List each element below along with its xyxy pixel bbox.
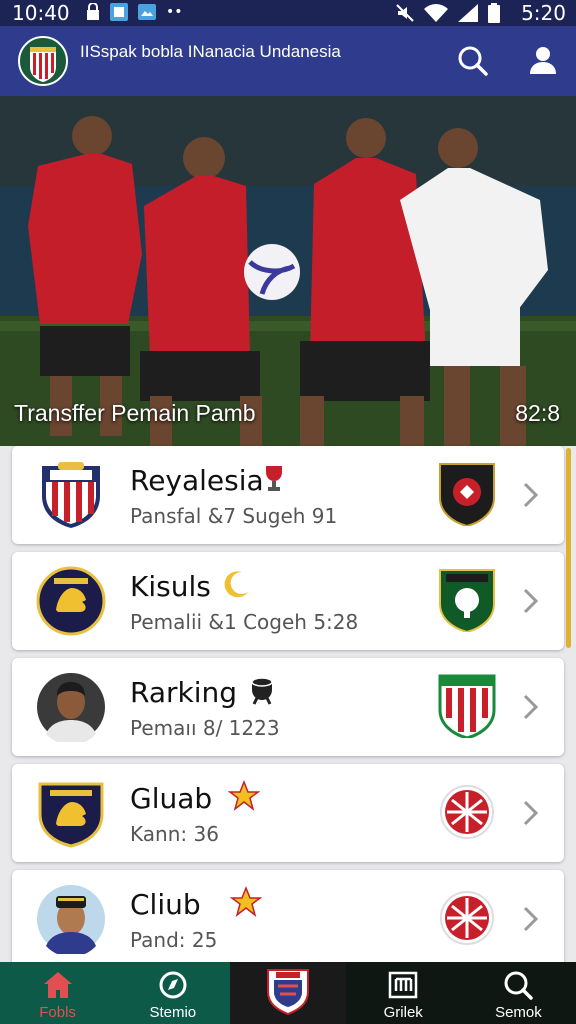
card-subtitle: Pemalii &1 Cogeh 5:28 [130, 610, 359, 634]
search-icon [504, 971, 534, 1000]
battery-icon [488, 3, 500, 23]
club-badge-icon [439, 463, 495, 526]
lion-crest-icon [36, 566, 106, 636]
card-subtitle: Pansfal &7 Sugeh 91 [130, 504, 338, 528]
player-avatar [37, 673, 105, 742]
nav-item-grilek[interactable]: Grilek [346, 962, 461, 1024]
chevron-right-icon[interactable] [520, 480, 540, 510]
star-icon [230, 886, 262, 917]
league-crest-icon [267, 969, 309, 1016]
list-item[interactable]: Cliub Pand: 25 [12, 870, 564, 968]
status-bar: 10:40 •• 5:20 [0, 0, 576, 26]
nav-item-home-crest[interactable] [230, 962, 346, 1024]
red-emblem-icon [440, 785, 494, 839]
status-time-right: 5:20 [521, 1, 566, 25]
hero-title: Transffer Pemain Pamb [14, 400, 256, 426]
hero-banner[interactable]: Transffer Pemain Pamb 82:8 [0, 96, 576, 446]
lion-crest-icon [38, 782, 104, 848]
wifi-icon [424, 4, 448, 22]
nav-item-semok[interactable]: Semok [461, 962, 576, 1024]
mute-icon [396, 4, 414, 22]
list-item[interactable]: Gluab Kann: 36 [12, 764, 564, 862]
trophy-icon [266, 466, 282, 491]
card-title: Reyalesia [130, 464, 264, 497]
lock-icon [87, 3, 99, 20]
nav-label: Semok [495, 1004, 542, 1021]
card-title: Gluab [130, 782, 213, 815]
app-bar: IISspak bobla INanacia Undanesia [0, 26, 576, 96]
nav-label: Stemio [149, 1004, 197, 1021]
app-notification-icon [110, 3, 128, 21]
list-item[interactable]: Rarking Pemaıı 8/ 1223 [12, 658, 564, 756]
hero-image [0, 96, 576, 446]
card-subtitle: Kann: 36 [130, 822, 219, 846]
card-subtitle: Pemaıı 8/ 1223 [130, 716, 280, 740]
hero-score: 82:8 [515, 400, 560, 426]
card-title: Cliub [130, 888, 201, 921]
nav-label: Grilek [383, 1004, 423, 1021]
star-icon [228, 780, 260, 811]
card-subtitle: Pand: 25 [130, 928, 218, 952]
card-title: Kisuls [130, 570, 211, 603]
chevron-right-icon[interactable] [520, 586, 540, 616]
nav-item-fobls[interactable]: Fobls [0, 962, 116, 1024]
status-time: 10:40 [12, 1, 70, 25]
list-item[interactable]: Reyalesia Pansfal &7 Sugeh 91 [12, 446, 564, 544]
shield-crest-icon [42, 462, 100, 528]
search-icon[interactable] [456, 44, 490, 78]
crescent-icon [224, 571, 248, 598]
goal-icon [251, 677, 273, 705]
more-notifications: •• [166, 4, 183, 20]
card-title: Rarking [130, 676, 238, 709]
profile-icon[interactable] [526, 44, 560, 78]
chevron-right-icon[interactable] [520, 692, 540, 722]
red-emblem-icon [440, 891, 494, 945]
striped-shield-icon [438, 674, 496, 738]
chevron-right-icon[interactable] [520, 904, 540, 934]
tree-crest-icon [439, 569, 495, 632]
signal-icon [458, 4, 478, 22]
nav-label: Fobls [39, 1004, 76, 1021]
scrollbar[interactable] [566, 448, 571, 648]
bottom-nav: Fobls Stemio Grilek Semok [0, 962, 576, 1024]
app-title: IISspak bobla INanacia Undanesia [80, 42, 341, 61]
house-icon [43, 972, 72, 998]
chevron-right-icon[interactable] [520, 798, 540, 828]
bracket-icon [388, 971, 418, 999]
compass-icon [159, 971, 187, 999]
image-notification-icon [138, 4, 156, 20]
list-item[interactable]: Kisuls Pemalii &1 Cogeh 5:28 [12, 552, 564, 650]
player-avatar [37, 885, 105, 954]
federation-logo-icon [18, 36, 68, 86]
nav-item-stemio[interactable]: Stemio [115, 962, 231, 1024]
